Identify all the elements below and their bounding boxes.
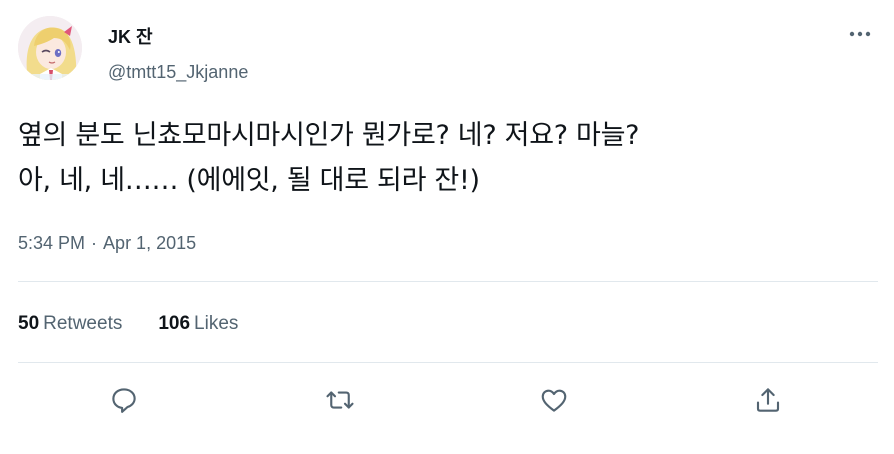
reply-button[interactable] xyxy=(104,380,144,420)
user-handle[interactable]: @tmtt15_Jkjanne xyxy=(108,61,248,83)
more-dots-icon xyxy=(849,31,871,37)
likes-count: 106 xyxy=(158,313,191,334)
retweet-icon xyxy=(326,391,354,409)
divider-top xyxy=(18,281,878,282)
tweet-stats: 50 Retweets 106 Likes xyxy=(18,312,238,336)
share-button[interactable] xyxy=(748,380,788,420)
retweets-label: Retweets xyxy=(43,313,123,334)
reply-icon xyxy=(112,388,136,413)
like-icon xyxy=(541,389,567,412)
display-name[interactable]: JK 잔 xyxy=(108,26,153,48)
likes-label: Likes xyxy=(194,313,239,334)
retweets-count: 50 xyxy=(18,313,40,334)
retweet-button[interactable] xyxy=(320,380,360,420)
more-options-button[interactable] xyxy=(842,22,878,46)
tweet-text: 옆의 분도 닌쵸모마시마시인가 뭔가로? 네? 저요? 마늘? 아, 네, 네…… xyxy=(18,120,640,196)
tweet-card: JK 잔 @tmtt15_Jkjanne 옆의 분도 닌쵸모마시마시인가 뭔가로… xyxy=(0,0,894,454)
action-bar xyxy=(18,380,878,420)
share-icon xyxy=(756,388,780,412)
tweet-timestamp[interactable]: 5:34 PM · Apr 1, 2015 xyxy=(18,232,196,254)
avatar[interactable] xyxy=(18,16,82,80)
tweet-date: Apr 1, 2015 xyxy=(103,233,197,253)
anime-avatar-icon xyxy=(18,16,82,80)
tweet-time: 5:34 PM xyxy=(18,233,86,253)
like-button[interactable] xyxy=(534,380,574,420)
likes-stat[interactable]: 106 Likes xyxy=(158,312,238,336)
timestamp-separator: · xyxy=(91,233,98,253)
divider-bottom xyxy=(18,362,878,363)
retweets-stat[interactable]: 50 Retweets xyxy=(18,312,122,336)
